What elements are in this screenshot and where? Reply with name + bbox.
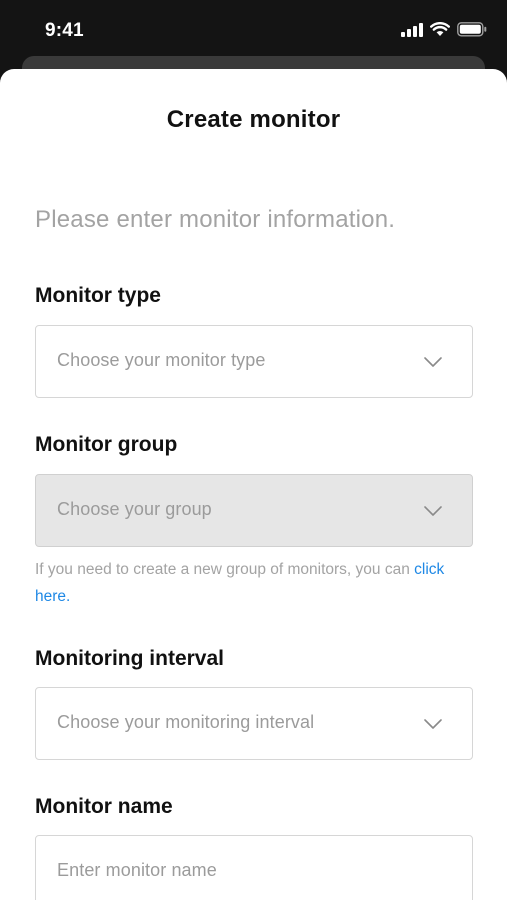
status-icons [401,22,487,42]
monitor-type-placeholder: Choose your monitor type [57,350,266,370]
monitor-name-label: Monitor name [35,795,173,818]
help-text-end: . [66,588,71,605]
monitor-group-placeholder: Choose your group [57,499,212,519]
monitor-group-select[interactable]: Choose your group [35,474,473,547]
monitor-type-label: Monitor type [35,284,161,307]
monitor-group-label: Monitor group [35,433,178,456]
status-bar: 9:41 [0,0,507,62]
signal-icon [401,22,423,42]
monitoring-interval-label: Monitoring interval [35,647,224,670]
help-text: If you need to create a new group of mon… [35,561,415,578]
form-subtitle: Please enter monitor information. [35,206,396,233]
battery-icon [457,22,487,42]
monitor-name-input[interactable]: Enter monitor name [35,835,473,900]
monitor-group-help: If you need to create a new group of mon… [35,556,455,610]
chevron-down-icon [424,716,442,734]
monitor-type-select[interactable]: Choose your monitor type [35,325,473,398]
create-monitor-sheet: Create monitor Please enter monitor info… [0,69,507,900]
chevron-down-icon [424,503,442,521]
page-title: Create monitor [166,106,341,133]
monitoring-interval-placeholder: Choose your monitoring interval [57,712,315,732]
monitoring-interval-select[interactable]: Choose your monitoring interval [35,687,473,760]
wifi-icon [430,22,450,42]
monitor-name-placeholder: Enter monitor name [57,860,217,880]
status-time: 9:41 [45,20,84,41]
chevron-down-icon [424,354,442,372]
